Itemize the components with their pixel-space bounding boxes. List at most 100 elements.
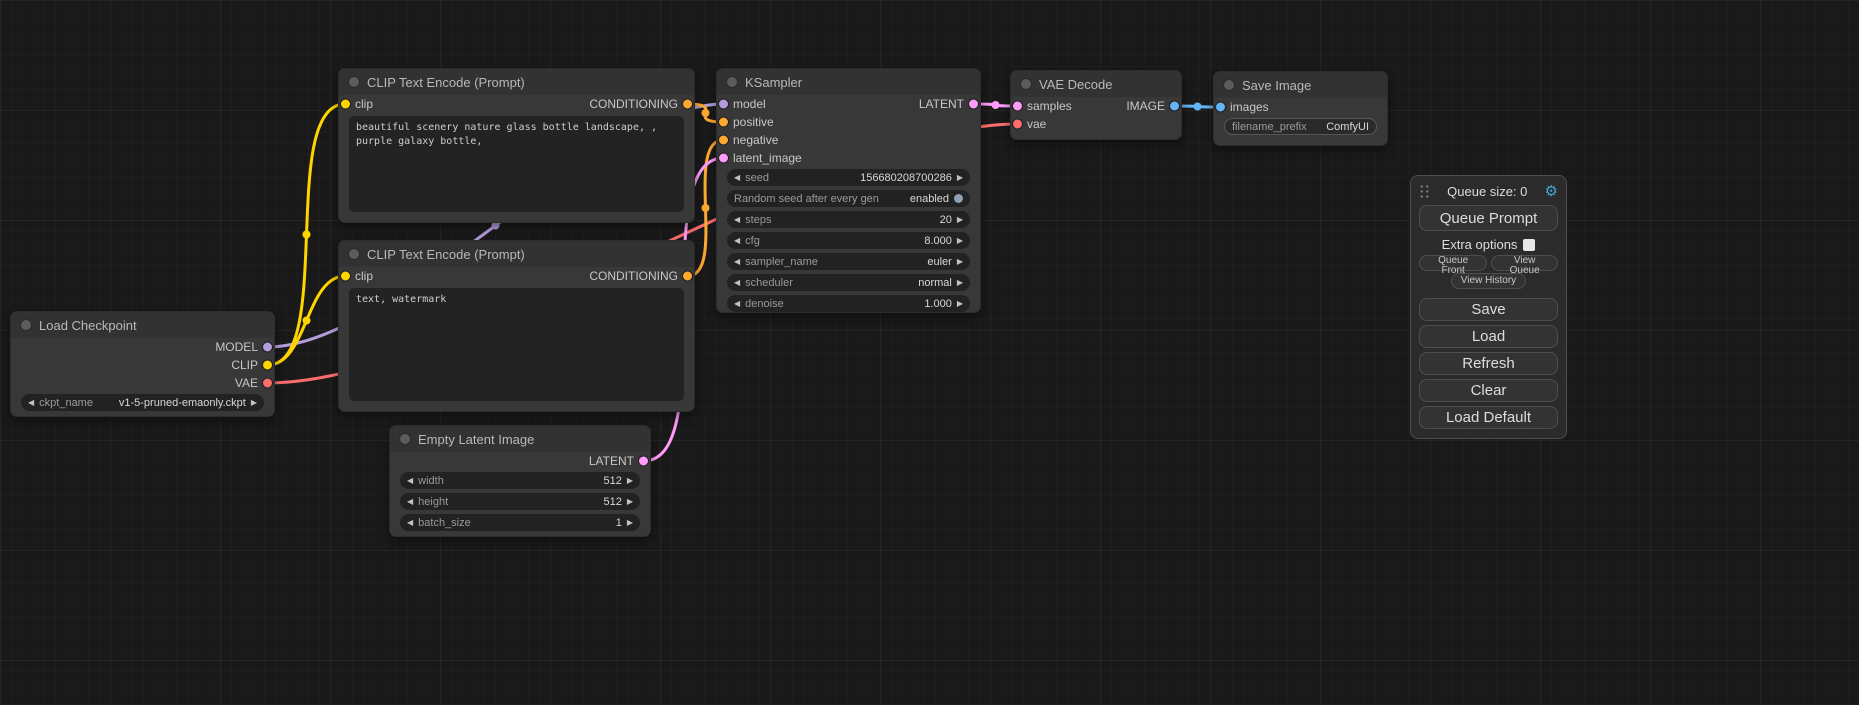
input-slot-clip[interactable] bbox=[341, 272, 350, 281]
widget-width[interactable]: ◀width512▶ bbox=[400, 472, 640, 489]
widget-ckpt_name[interactable]: ◀ckpt_namev1-5-pruned-emaonly.ckpt▶ bbox=[21, 394, 264, 411]
collapse-dot-icon[interactable] bbox=[1224, 80, 1234, 90]
widget-increment-icon[interactable]: ▶ bbox=[957, 279, 963, 287]
input-slot-model[interactable] bbox=[719, 100, 728, 109]
input-slot-label: images bbox=[1230, 100, 1269, 114]
widget-batch_size[interactable]: ◀batch_size1▶ bbox=[400, 514, 640, 531]
widget-increment-icon[interactable]: ▶ bbox=[957, 216, 963, 224]
node-title-label: CLIP Text Encode (Prompt) bbox=[367, 75, 525, 90]
slot-row: modelLATENT bbox=[717, 95, 980, 113]
node-clip-positive[interactable]: CLIP Text Encode (Prompt)clipCONDITIONIN… bbox=[338, 68, 695, 223]
collapse-dot-icon[interactable] bbox=[1021, 79, 1031, 89]
widget-Random seed after every gen[interactable]: Random seed after every genenabled bbox=[727, 190, 970, 207]
widget-increment-icon[interactable]: ▶ bbox=[627, 477, 633, 485]
widget-label: width bbox=[418, 475, 444, 487]
slot-row: negative bbox=[717, 131, 980, 149]
node-title-bar[interactable]: Load Checkpoint bbox=[11, 312, 274, 338]
node-title-bar[interactable]: CLIP Text Encode (Prompt) bbox=[339, 241, 694, 267]
widget-cfg[interactable]: ◀cfg8.000▶ bbox=[727, 232, 970, 249]
collapse-dot-icon[interactable] bbox=[400, 434, 410, 444]
output-slot-MODEL[interactable] bbox=[263, 343, 272, 352]
collapse-dot-icon[interactable] bbox=[349, 249, 359, 259]
widget-filename_prefix[interactable]: filename_prefixComfyUI bbox=[1224, 118, 1377, 135]
widget-label: denoise bbox=[745, 298, 784, 310]
widget-decrement-icon[interactable]: ◀ bbox=[28, 399, 34, 407]
node-save-image[interactable]: Save Image images filename_prefixComfyUI bbox=[1213, 71, 1388, 146]
output-slot-CLIP[interactable] bbox=[263, 361, 272, 370]
prompt-textarea[interactable]: text, watermark bbox=[349, 288, 684, 401]
widget-decrement-icon[interactable]: ◀ bbox=[734, 174, 740, 182]
widget-increment-icon[interactable]: ▶ bbox=[957, 258, 963, 266]
queue-prompt-button[interactable]: Queue Prompt bbox=[1419, 205, 1558, 231]
widget-scheduler[interactable]: ◀schedulernormal▶ bbox=[727, 274, 970, 291]
input-slot-negative[interactable] bbox=[719, 136, 728, 145]
save-button[interactable]: Save bbox=[1419, 298, 1558, 321]
node-title-label: Load Checkpoint bbox=[39, 318, 137, 333]
widget-decrement-icon[interactable]: ◀ bbox=[734, 237, 740, 245]
prompt-textarea[interactable]: beautiful scenery nature glass bottle la… bbox=[349, 116, 684, 212]
refresh-button[interactable]: Refresh bbox=[1419, 352, 1558, 375]
graph-canvas[interactable]: Queue size: 0 ⚙ Queue Prompt Extra optio… bbox=[0, 0, 1859, 705]
output-slot-VAE[interactable] bbox=[263, 379, 272, 388]
link-midpoint-dot bbox=[992, 101, 1000, 109]
widget-value: v1-5-pruned-emaonly.ckpt bbox=[119, 397, 246, 409]
input-slot-samples[interactable] bbox=[1013, 102, 1022, 111]
node-clip-negative[interactable]: CLIP Text Encode (Prompt)clipCONDITIONIN… bbox=[338, 240, 695, 412]
widget-increment-icon[interactable]: ▶ bbox=[957, 174, 963, 182]
extra-options-label: Extra options bbox=[1442, 237, 1518, 252]
output-slot-LATENT[interactable] bbox=[969, 100, 978, 109]
widget-decrement-icon[interactable]: ◀ bbox=[734, 279, 740, 287]
node-load-checkpoint[interactable]: Load CheckpointMODELCLIPVAE◀ckpt_namev1-… bbox=[10, 311, 275, 417]
view-queue-button[interactable]: View Queue bbox=[1491, 255, 1558, 271]
input-slot-vae[interactable] bbox=[1013, 120, 1022, 129]
widget-increment-icon[interactable]: ▶ bbox=[957, 300, 963, 308]
widget-decrement-icon[interactable]: ◀ bbox=[407, 519, 413, 527]
view-history-button[interactable]: View History bbox=[1451, 273, 1526, 289]
node-ksampler[interactable]: KSamplermodelLATENTpositivenegativelaten… bbox=[716, 68, 981, 313]
widget-decrement-icon[interactable]: ◀ bbox=[407, 477, 413, 485]
output-slot-IMAGE[interactable] bbox=[1170, 102, 1179, 111]
node-title-bar[interactable]: Empty Latent Image bbox=[390, 426, 650, 452]
toggle-dot-icon[interactable] bbox=[954, 194, 963, 203]
queue-front-button[interactable]: Queue Front bbox=[1419, 255, 1487, 271]
widget-steps[interactable]: ◀steps20▶ bbox=[727, 211, 970, 228]
load-button[interactable]: Load bbox=[1419, 325, 1558, 348]
input-slot-positive[interactable] bbox=[719, 118, 728, 127]
output-slot-CONDITIONING[interactable] bbox=[683, 100, 692, 109]
widget-decrement-icon[interactable]: ◀ bbox=[734, 300, 740, 308]
widget-value: normal bbox=[918, 277, 952, 289]
widget-decrement-icon[interactable]: ◀ bbox=[734, 216, 740, 224]
queue-panel-header[interactable]: Queue size: 0 ⚙ bbox=[1419, 181, 1558, 201]
output-slot-CONDITIONING[interactable] bbox=[683, 272, 692, 281]
widget-height[interactable]: ◀height512▶ bbox=[400, 493, 640, 510]
widget-denoise[interactable]: ◀denoise1.000▶ bbox=[727, 295, 970, 312]
input-slot-images[interactable] bbox=[1216, 103, 1225, 112]
queue-panel: Queue size: 0 ⚙ Queue Prompt Extra optio… bbox=[1410, 175, 1567, 439]
widget-increment-icon[interactable]: ▶ bbox=[627, 498, 633, 506]
widget-increment-icon[interactable]: ▶ bbox=[251, 399, 257, 407]
clear-button[interactable]: Clear bbox=[1419, 379, 1558, 402]
widget-decrement-icon[interactable]: ◀ bbox=[734, 258, 740, 266]
widget-decrement-icon[interactable]: ◀ bbox=[407, 498, 413, 506]
widget-increment-icon[interactable]: ▶ bbox=[957, 237, 963, 245]
collapse-dot-icon[interactable] bbox=[349, 77, 359, 87]
collapse-dot-icon[interactable] bbox=[727, 77, 737, 87]
output-slot-LATENT[interactable] bbox=[639, 457, 648, 466]
extra-options-checkbox[interactable] bbox=[1523, 239, 1535, 251]
input-slot-latent_image[interactable] bbox=[719, 154, 728, 163]
load-default-button[interactable]: Load Default bbox=[1419, 406, 1558, 429]
node-vae-decode[interactable]: VAE DecodesamplesIMAGEvae bbox=[1010, 70, 1182, 140]
widget-sampler_name[interactable]: ◀sampler_nameeuler▶ bbox=[727, 253, 970, 270]
widget-increment-icon[interactable]: ▶ bbox=[627, 519, 633, 527]
widget-seed[interactable]: ◀seed156680208700286▶ bbox=[727, 169, 970, 186]
node-empty-latent[interactable]: Empty Latent ImageLATENT◀width512▶◀heigh… bbox=[389, 425, 651, 537]
widget-label: batch_size bbox=[418, 517, 471, 529]
drag-handle-icon[interactable] bbox=[1419, 184, 1430, 199]
collapse-dot-icon[interactable] bbox=[21, 320, 31, 330]
node-title-bar[interactable]: VAE Decode bbox=[1011, 71, 1181, 97]
node-title-bar[interactable]: Save Image bbox=[1214, 72, 1387, 98]
node-title-bar[interactable]: CLIP Text Encode (Prompt) bbox=[339, 69, 694, 95]
settings-gear-icon[interactable]: ⚙ bbox=[1545, 184, 1558, 199]
node-title-bar[interactable]: KSampler bbox=[717, 69, 980, 95]
input-slot-clip[interactable] bbox=[341, 100, 350, 109]
